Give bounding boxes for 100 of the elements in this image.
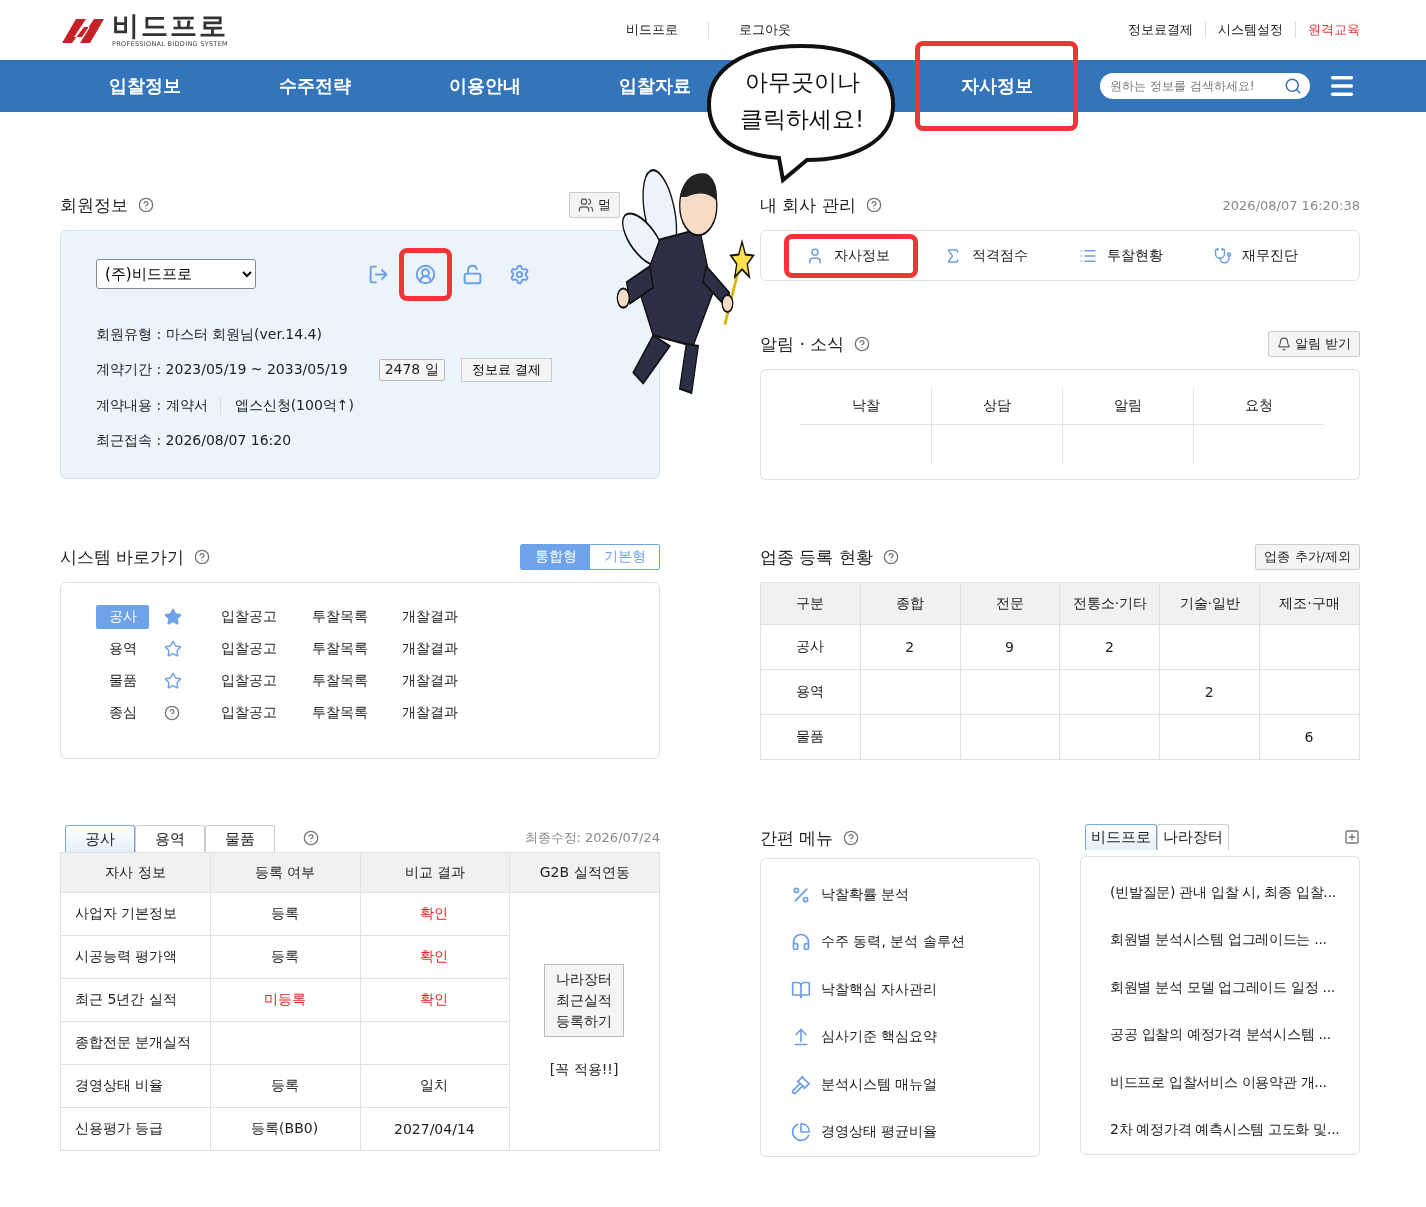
- quick-menu-item[interactable]: 낙찰핵심 자사관리: [791, 966, 1039, 1014]
- category-tab[interactable]: 물품: [96, 669, 149, 693]
- table-cell: 6: [1259, 714, 1360, 760]
- settings-icon[interactable]: [509, 263, 530, 285]
- exit-icon[interactable]: [368, 263, 389, 285]
- table-cell: 등록(BB0): [210, 1107, 360, 1151]
- company-select[interactable]: (주)비드프로: [96, 259, 256, 289]
- nav-item[interactable]: 입찰정보: [100, 60, 190, 112]
- header-link[interactable]: 비드프로: [596, 22, 708, 38]
- quick-menu-item[interactable]: 분석시스템 매뉴얼: [791, 1061, 1039, 1109]
- star-outline-icon[interactable]: [164, 640, 182, 658]
- quick-menu-item[interactable]: 낙찰확률 분석: [791, 871, 1039, 919]
- star-icon[interactable]: [164, 608, 182, 626]
- shortcut-link[interactable]: 개찰결과: [402, 672, 457, 690]
- table-cell: 확인: [360, 892, 510, 936]
- nav-item[interactable]: 이용안내: [440, 60, 530, 112]
- section-title: 간편 메뉴: [760, 826, 834, 850]
- shortcut-link[interactable]: 개찰결과: [402, 704, 457, 722]
- user-icon: [806, 246, 824, 265]
- shortcut-link[interactable]: 입찰공고: [221, 704, 277, 722]
- nav-item[interactable]: 입찰자료: [610, 60, 700, 112]
- table-cell: 최근 5년간 실적: [60, 978, 211, 1022]
- add-icon[interactable]: [1344, 829, 1360, 845]
- table-cell: 2: [1159, 669, 1260, 715]
- column-header: 알림: [1062, 388, 1193, 425]
- help-icon[interactable]: [138, 197, 154, 213]
- header-link[interactable]: 시스템설정: [1205, 22, 1295, 38]
- search-icon[interactable]: [1284, 77, 1302, 95]
- company-tab[interactable]: 재무진단: [1214, 246, 1334, 265]
- shortcut-link[interactable]: 투찰목록: [312, 608, 367, 626]
- header-link[interactable]: 원격교육: [1295, 22, 1360, 38]
- column-header: 전문: [960, 582, 1060, 625]
- help-icon[interactable]: [865, 197, 882, 213]
- help-icon[interactable]: [854, 336, 871, 352]
- star-outline-icon[interactable]: [164, 672, 182, 690]
- quick-menu-item[interactable]: 심사기준 핵심요약: [791, 1013, 1039, 1061]
- help-icon[interactable]: [164, 705, 180, 721]
- shortcut-link[interactable]: 개찰결과: [402, 608, 457, 626]
- notice-item[interactable]: 비드프로 입찰서비스 이용약관 개...: [1110, 1059, 1359, 1107]
- alert-button[interactable]: 알림 받기: [1267, 331, 1360, 357]
- category-tab[interactable]: 용역: [96, 637, 149, 661]
- table-cell: 사업자 기본정보: [60, 892, 211, 936]
- column-header: 종합: [860, 582, 961, 625]
- user-profile-icon[interactable]: [399, 247, 452, 301]
- shortcut-link[interactable]: 개찰결과: [402, 640, 457, 658]
- column-header: 전통소·기타: [1060, 582, 1160, 625]
- company-tab[interactable]: 투찰현황: [1079, 246, 1214, 265]
- company-tab[interactable]: 자사정보: [784, 233, 918, 278]
- notice-item[interactable]: (빈발질문) 관내 입찰 시, 최종 입찰...: [1110, 869, 1359, 917]
- pay-button[interactable]: 정보료 결제: [460, 358, 552, 382]
- last-login: 최근접속 : 2026/08/07 16:20: [96, 431, 292, 450]
- current-datetime: 2026/08/07 16:20:38: [1222, 197, 1360, 213]
- help-icon[interactable]: [882, 549, 899, 565]
- column-header: 낙찰: [800, 388, 931, 425]
- gavel-icon: [791, 1074, 811, 1095]
- bell-icon: [1276, 337, 1291, 351]
- shortcut-link[interactable]: 투찰목록: [312, 704, 367, 722]
- notice-tab[interactable]: 비드프로: [1085, 824, 1157, 850]
- shortcut-link[interactable]: 투찰목록: [312, 640, 367, 658]
- unlock-icon[interactable]: [462, 263, 483, 285]
- shortcut-link[interactable]: 입찰공고: [221, 640, 277, 658]
- category-tab[interactable]: 공사: [65, 825, 135, 852]
- industry-edit-button[interactable]: 업종 추가/제외: [1255, 544, 1360, 570]
- shortcut-link[interactable]: 입찰공고: [221, 608, 277, 626]
- company-tab[interactable]: 적격점수: [944, 246, 1079, 265]
- notice-item[interactable]: 공공 입찰의 예정가격 분석시스템 ...: [1110, 1011, 1359, 1059]
- table-cell: 시공능력 평가액: [60, 935, 211, 979]
- header-link[interactable]: 로그아웃: [708, 22, 821, 38]
- section-title: 시스템 바로가기: [60, 545, 185, 569]
- quick-menu-item[interactable]: 경영상태 평균비율: [791, 1108, 1039, 1156]
- column-header: 요청: [1193, 388, 1324, 425]
- column-header: G2B 실적연동: [509, 852, 660, 893]
- help-icon[interactable]: [194, 549, 211, 565]
- header-link[interactable]: 정보료결제: [1116, 22, 1205, 38]
- notice-tab[interactable]: 나라장터: [1157, 824, 1229, 850]
- table-cell: 등록: [210, 892, 360, 936]
- column-header: 제조·구매: [1259, 582, 1360, 625]
- quick-menu-item[interactable]: 수주 동력, 분석 솔루션: [791, 918, 1039, 966]
- headset-icon: [791, 932, 811, 953]
- table-cell: 신용평가 등급: [60, 1107, 211, 1151]
- notice-item[interactable]: 2차 예정가격 예측시스템 고도화 및...: [1110, 1106, 1359, 1154]
- help-icon[interactable]: [843, 830, 860, 846]
- category-tab[interactable]: 물품: [205, 825, 275, 852]
- column-header: 자사 정보: [60, 852, 211, 893]
- section-title: 회원정보: [60, 193, 128, 217]
- shortcut-link[interactable]: 투찰목록: [312, 672, 367, 690]
- shortcut-link[interactable]: 입찰공고: [221, 672, 277, 690]
- category-tab[interactable]: 용역: [135, 825, 205, 852]
- notice-item[interactable]: 회원별 분석시스템 업그레이드는 ...: [1110, 916, 1359, 964]
- category-tab[interactable]: 종심: [96, 701, 149, 725]
- member-button[interactable]: 멀: [569, 192, 620, 218]
- search-field[interactable]: 원하는 정보를 검색하세요!: [1100, 73, 1310, 99]
- contract-extra: 엡스신청(100억↑): [219, 396, 354, 415]
- nav-item[interactable]: 수주전략: [270, 60, 360, 112]
- notice-item[interactable]: 회원별 분석 모델 업그레이드 일정 ...: [1110, 964, 1359, 1012]
- g2b-register-button[interactable]: 나라장터 최근실적 등록하기: [544, 964, 625, 1037]
- help-icon[interactable]: [303, 830, 319, 846]
- nav-item[interactable]: 자사정보: [915, 41, 1078, 131]
- logo-text: 비드프로: [112, 12, 228, 40]
- table-cell: 등록: [210, 1064, 360, 1108]
